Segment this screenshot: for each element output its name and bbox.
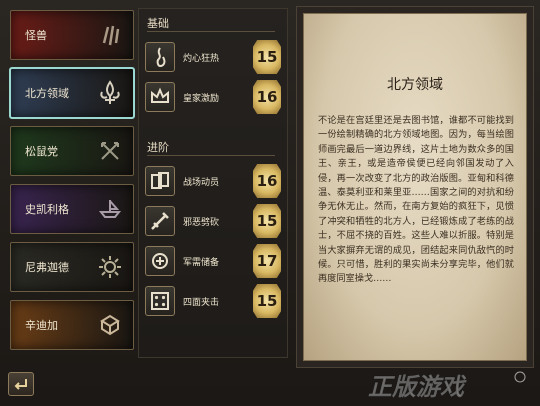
skill-row[interactable]: 灼心狂热 15 xyxy=(145,39,281,75)
detail-title: 北方领域 xyxy=(387,77,443,93)
section-title-advanced: 进阶 xyxy=(147,141,169,154)
sword-icon xyxy=(145,206,175,236)
faction-label: 史凯利格 xyxy=(25,203,69,216)
crown-icon xyxy=(145,82,175,112)
ship-icon xyxy=(97,196,123,222)
sun-icon xyxy=(97,254,123,280)
skill-row[interactable]: 战场动员 16 xyxy=(145,163,281,199)
skill-level-badge: 15 xyxy=(253,284,281,318)
skill-row[interactable]: 军需储备 17 xyxy=(145,243,281,279)
faction-scoiatael[interactable]: 松鼠党 xyxy=(10,126,134,176)
faction-monsters[interactable]: 怪兽 xyxy=(10,10,134,60)
skill-name: 灼心狂热 xyxy=(183,53,220,64)
divider xyxy=(147,155,275,156)
faction-label: 尼弗迦德 xyxy=(25,261,69,274)
svg-text:正版游戏: 正版游戏 xyxy=(368,373,467,401)
flame-icon xyxy=(145,42,175,72)
arrows-icon xyxy=(97,138,123,164)
skill-row[interactable]: 邪恶劈砍 15 xyxy=(145,203,281,239)
claw-icon xyxy=(97,22,123,48)
skill-name: 邪恶劈砍 xyxy=(183,217,220,228)
faction-label: 北方领域 xyxy=(25,87,69,100)
cards-icon xyxy=(145,166,175,196)
skill-level-badge: 15 xyxy=(253,204,281,238)
dice-icon xyxy=(145,286,175,316)
skill-level-badge: 17 xyxy=(253,244,281,278)
skill-name: 战场动员 xyxy=(183,177,220,188)
skill-level-badge: 16 xyxy=(253,80,281,114)
skill-name: 皇家激励 xyxy=(183,93,220,104)
faction-label: 怪兽 xyxy=(25,29,47,42)
divider xyxy=(147,31,275,32)
faction-syndicate[interactable]: 辛迪加 xyxy=(10,300,134,350)
watermark-logo: 正版游戏 xyxy=(360,368,536,402)
skill-name: 四面夹击 xyxy=(183,297,220,308)
fleur-icon xyxy=(97,80,123,106)
skill-panel: 基础 灼心狂热 15 皇家激励 16 进阶 战场动员 16 邪恶劈砍 15 军需… xyxy=(138,8,288,358)
plus-card-icon xyxy=(145,246,175,276)
faction-label: 松鼠党 xyxy=(25,145,58,158)
faction-skellige[interactable]: 史凯利格 xyxy=(10,184,134,234)
detail-description: 不论是在宫廷里还是去图书馆，谁都不可能找到一份绘制精确的北方领域地图。因为，每当… xyxy=(318,115,514,285)
back-button[interactable] xyxy=(8,372,34,396)
back-arrow-icon xyxy=(14,379,27,390)
faction-detail-panel: 北方领域 不论是在宫廷里还是去图书馆，谁都不可能找到一份绘制精确的北方领域地图。… xyxy=(296,6,534,368)
faction-list: 怪兽 北方领域 松鼠党 史凯利格 尼弗迦德 辛迪加 xyxy=(6,8,136,358)
faction-label: 辛迪加 xyxy=(25,319,58,332)
skill-level-badge: 15 xyxy=(253,40,281,74)
faction-northern-realms[interactable]: 北方领域 xyxy=(9,67,135,119)
faction-nilfgaard[interactable]: 尼弗迦德 xyxy=(10,242,134,292)
parchment: 北方领域 不论是在宫廷里还是去图书馆，谁都不可能找到一份绘制精确的北方领域地图。… xyxy=(303,13,527,361)
skill-row[interactable]: 皇家激励 16 xyxy=(145,79,281,115)
skill-row[interactable]: 四面夹击 15 xyxy=(145,283,281,319)
skill-name: 军需储备 xyxy=(183,257,220,268)
coins-icon xyxy=(97,312,123,338)
skill-level-badge: 16 xyxy=(253,164,281,198)
section-title-basic: 基础 xyxy=(147,17,169,30)
